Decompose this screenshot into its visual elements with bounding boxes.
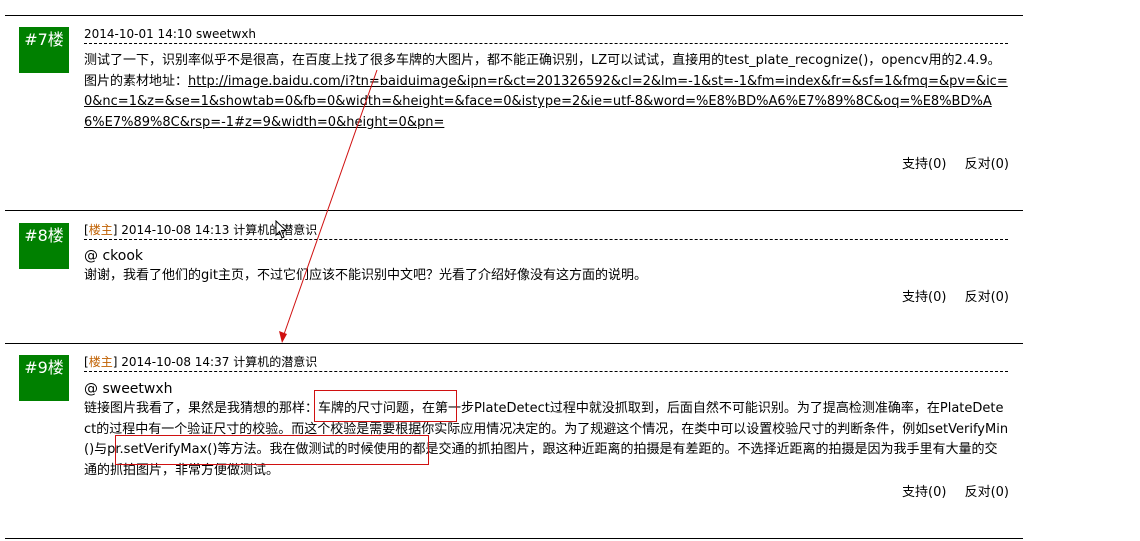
post-author[interactable]: 计算机的潜意识 bbox=[233, 355, 317, 369]
support-button[interactable]: 支持(0) bbox=[902, 485, 946, 500]
floor-badge: #7楼 bbox=[19, 27, 69, 73]
vote-actions: 支持(0) 反对(0) bbox=[888, 156, 1009, 174]
post-date: 2014-10-08 14:13 bbox=[121, 223, 230, 237]
post-separator bbox=[5, 343, 1023, 344]
floor-badge: #9楼 bbox=[19, 355, 69, 401]
floor-badge: #8楼 bbox=[19, 223, 69, 269]
post-date: 2014-10-01 14:10 bbox=[84, 27, 193, 41]
floor-number: #7楼 bbox=[24, 30, 64, 49]
post-meta: [楼主] 2014-10-08 14:37 计算机的潜意识 bbox=[84, 354, 1008, 372]
post-body: @ ckook 谢谢，我看了他们的git主页，不过它们应该不能识别中文吧？光看了… bbox=[84, 246, 1010, 287]
post-meta: 2014-10-01 14:10 sweetwxh bbox=[84, 26, 1008, 44]
op-tag: [楼主] bbox=[84, 355, 118, 369]
floor-number: #8楼 bbox=[24, 226, 64, 245]
support-button[interactable]: 支持(0) bbox=[902, 157, 946, 172]
floor-number: #9楼 bbox=[24, 358, 64, 377]
reply-to: @ sweetwxh bbox=[84, 381, 173, 397]
post-body: 测试了一下，识别率似乎不是很高，在百度上找了很多车牌的大图片，都不能正确识别，L… bbox=[84, 51, 1010, 133]
oppose-button[interactable]: 反对(0) bbox=[965, 157, 1009, 172]
oppose-button[interactable]: 反对(0) bbox=[965, 485, 1009, 500]
post-body: @ sweetwxh 链接图片我看了，果然是我猜想的那样：车牌的尺寸问题，在第一… bbox=[84, 379, 1010, 481]
image-link[interactable]: http://image.baidu.com/i?tn=baiduimage&i… bbox=[84, 74, 1008, 130]
post-text: 链接图片我看了，果然是我猜想的那样：车牌的尺寸问题，在第一步PlateDetec… bbox=[84, 401, 1009, 478]
vote-actions: 支持(0) 反对(0) bbox=[888, 484, 1009, 502]
post-separator bbox=[5, 15, 1023, 16]
post-separator bbox=[5, 538, 1023, 539]
post-meta: [楼主] 2014-10-08 14:13 计算机的潜意识 bbox=[84, 222, 1008, 240]
vote-actions: 支持(0) 反对(0) bbox=[888, 289, 1009, 307]
support-button[interactable]: 支持(0) bbox=[902, 290, 946, 305]
mouse-cursor-icon bbox=[275, 220, 288, 239]
highlighted-text: 车牌的尺寸问题 bbox=[318, 401, 410, 416]
oppose-button[interactable]: 反对(0) bbox=[965, 290, 1009, 305]
post-author[interactable]: sweetwxh bbox=[196, 27, 256, 41]
post-separator bbox=[5, 210, 1023, 211]
post-date: 2014-10-08 14:37 bbox=[121, 355, 230, 369]
op-tag: [楼主] bbox=[84, 223, 118, 237]
post-text: 谢谢，我看了他们的git主页，不过它们应该不能识别中文吧？光看了介绍好像没有这方… bbox=[84, 268, 647, 283]
reply-to: @ ckook bbox=[84, 248, 143, 264]
